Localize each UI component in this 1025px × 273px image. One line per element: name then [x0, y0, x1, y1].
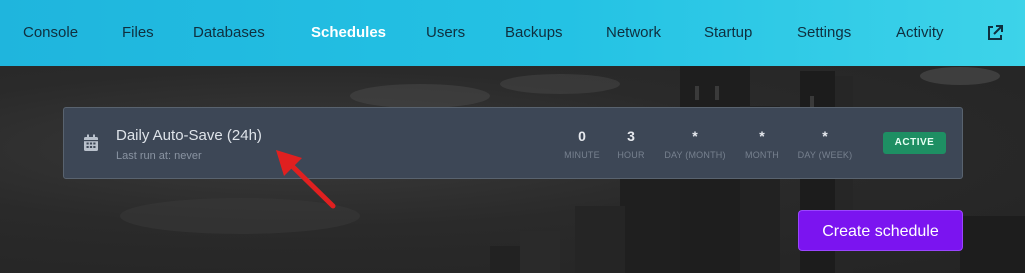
cron-day-month: * DAY (MONTH) — [658, 128, 732, 160]
nav-activity[interactable]: Activity — [896, 0, 944, 66]
top-navigation: Console Files Databases Schedules Users … — [0, 0, 1025, 66]
external-link-icon[interactable] — [986, 24, 1004, 42]
nav-console[interactable]: Console — [23, 0, 78, 66]
schedule-name: Daily Auto-Save (24h) — [116, 127, 262, 144]
nav-files[interactable]: Files — [122, 0, 154, 66]
calendar-icon — [84, 134, 98, 151]
nav-backups[interactable]: Backups — [505, 0, 563, 66]
cron-minute-label: MINUTE — [564, 150, 600, 160]
nav-settings[interactable]: Settings — [797, 0, 851, 66]
cron-minute-value: 0 — [578, 128, 586, 144]
cron-hour: 3 HOUR — [615, 128, 647, 160]
cron-day-month-value: * — [692, 128, 698, 144]
cron-minute: 0 MINUTE — [560, 128, 604, 160]
annotation-arrow-icon — [276, 150, 336, 209]
cron-day-week-label: DAY (WEEK) — [797, 150, 853, 160]
nav-users[interactable]: Users — [426, 0, 465, 66]
nav-network[interactable]: Network — [606, 0, 661, 66]
cron-day-week: * DAY (WEEK) — [793, 128, 857, 160]
cron-hour-label: HOUR — [617, 150, 645, 160]
cron-day-week-value: * — [822, 128, 828, 144]
nav-schedules[interactable]: Schedules — [311, 0, 386, 66]
cron-month-value: * — [759, 128, 765, 144]
cron-day-month-label: DAY (MONTH) — [664, 150, 726, 160]
create-schedule-button[interactable]: Create schedule — [798, 210, 963, 251]
nav-startup[interactable]: Startup — [704, 0, 752, 66]
nav-databases[interactable]: Databases — [193, 0, 265, 66]
cron-month: * MONTH — [740, 128, 784, 160]
cron-hour-value: 3 — [627, 128, 635, 144]
schedule-row[interactable]: Daily Auto-Save (24h) Last run at: never… — [63, 107, 963, 179]
status-badge: ACTIVE — [883, 132, 946, 154]
schedule-last-run: Last run at: never — [116, 150, 202, 162]
cron-month-label: MONTH — [745, 150, 779, 160]
